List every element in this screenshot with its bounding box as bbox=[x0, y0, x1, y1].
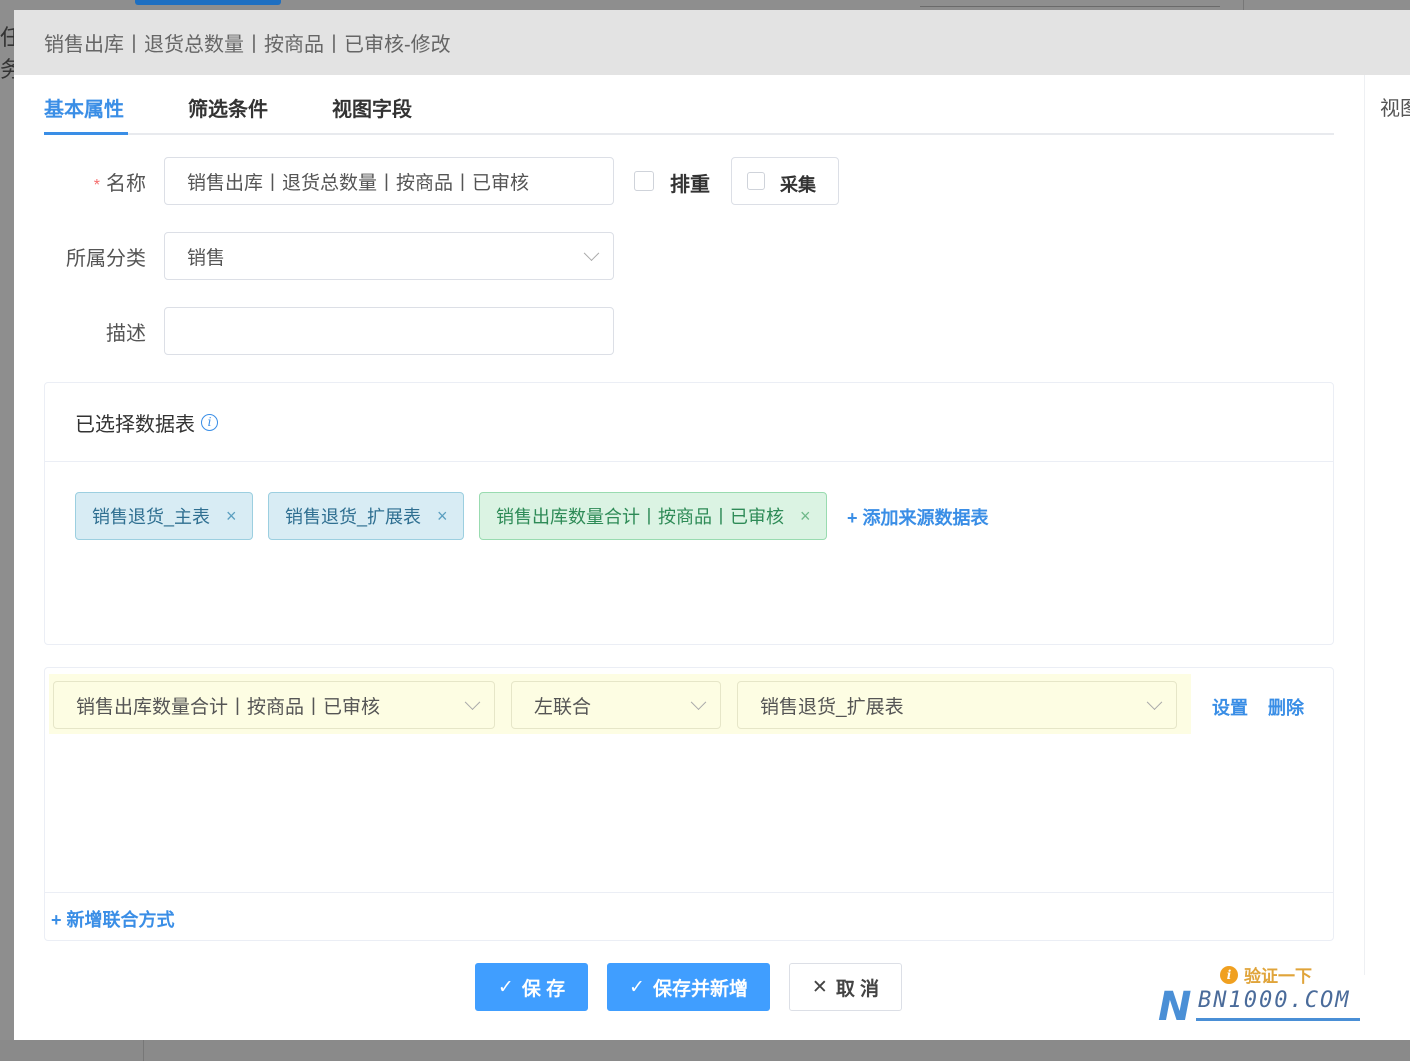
selected-tables-header: 已选择数据表 i bbox=[45, 383, 1333, 462]
add-source-table-link[interactable]: + 添加来源数据表 bbox=[847, 504, 989, 530]
join-left-table-value: 销售出库数量合计丨按商品丨已审核 bbox=[76, 696, 381, 718]
join-right-table-select[interactable]: 销售退货_扩展表 bbox=[737, 681, 1177, 729]
collect-label: 采集 bbox=[780, 175, 816, 195]
category-select[interactable]: 销售 bbox=[164, 232, 614, 280]
collect-checkbox[interactable] bbox=[747, 172, 765, 190]
required-mark: * bbox=[93, 177, 100, 194]
name-label: * 名称 bbox=[93, 173, 146, 195]
info-icon[interactable]: i bbox=[201, 413, 218, 431]
join-right-table-value: 销售退货_扩展表 bbox=[760, 696, 904, 718]
edit-view-modal: 销售出库丨退货总数量丨按商品丨已审核-修改 基本属性 筛选条件 视图字段 视图 … bbox=[14, 10, 1410, 1040]
table-tag: 销售退货_扩展表 × bbox=[268, 492, 464, 540]
close-icon[interactable]: × bbox=[226, 506, 237, 527]
tab-bar: 基本属性 筛选条件 视图字段 bbox=[44, 85, 1334, 135]
save-button[interactable]: ✓ 保 存 bbox=[475, 963, 588, 1011]
category-label: 所属分类 bbox=[66, 248, 146, 270]
close-icon[interactable]: × bbox=[437, 506, 448, 527]
background-divider bbox=[143, 1040, 144, 1061]
side-divider bbox=[1364, 75, 1365, 975]
table-tag: 销售出库数量合计丨按商品丨已审核 × bbox=[479, 492, 827, 540]
save-button-label: 保 存 bbox=[521, 978, 566, 1000]
check-icon: ✓ bbox=[629, 976, 645, 998]
watermark-logo-letter: N bbox=[1158, 984, 1192, 1030]
add-join-link[interactable]: + 新增联合方式 bbox=[51, 906, 175, 932]
save-and-new-button-label: 保存并新增 bbox=[652, 978, 748, 1000]
tab-filter-conditions[interactable]: 筛选条件 bbox=[188, 93, 268, 133]
close-icon[interactable]: × bbox=[800, 506, 811, 527]
dedupe-checkbox[interactable] bbox=[634, 171, 654, 191]
chevron-down-icon bbox=[690, 694, 707, 711]
watermark-verify: i 验证一下 bbox=[1220, 962, 1312, 987]
join-delete-link[interactable]: 删除 bbox=[1268, 694, 1304, 720]
background-bottom-strip bbox=[0, 1040, 1410, 1061]
watermark-underline bbox=[1196, 1018, 1360, 1021]
join-type-value: 左联合 bbox=[534, 696, 592, 718]
save-and-new-button[interactable]: ✓ 保存并新增 bbox=[607, 963, 770, 1011]
background-primary-button bbox=[135, 0, 281, 5]
description-label: 描述 bbox=[106, 323, 146, 345]
join-panel-footer: + 新增联合方式 bbox=[45, 892, 1333, 940]
close-icon: ✕ bbox=[811, 976, 828, 998]
chevron-down-icon bbox=[1146, 694, 1163, 711]
modal-title: 销售出库丨退货总数量丨按商品丨已审核-修改 bbox=[44, 34, 451, 56]
table-tag-label: 销售出库数量合计丨按商品丨已审核 bbox=[496, 507, 784, 527]
chevron-down-icon bbox=[464, 694, 481, 711]
name-input[interactable]: 销售出库丨退货总数量丨按商品丨已审核 bbox=[164, 157, 614, 205]
cancel-button-label: 取 消 bbox=[835, 978, 880, 1000]
cancel-button[interactable]: ✕ 取 消 bbox=[789, 963, 902, 1011]
description-input[interactable] bbox=[164, 307, 614, 355]
check-icon: ✓ bbox=[497, 976, 514, 998]
watermark: i 验证一下 N BN1000.COM bbox=[1158, 962, 1398, 1030]
selected-tables-title: 已选择数据表 bbox=[75, 413, 195, 436]
background-divider bbox=[920, 6, 1220, 7]
watermark-brand-text: BN1000.COM bbox=[1198, 988, 1351, 1013]
chevron-down-icon bbox=[583, 245, 600, 262]
info-icon: i bbox=[1220, 965, 1238, 984]
modal-header: 销售出库丨退货总数量丨按商品丨已审核-修改 bbox=[14, 10, 1410, 75]
category-select-value: 销售 bbox=[187, 247, 226, 269]
table-tag-label: 销售退货_扩展表 bbox=[285, 507, 422, 527]
join-left-table-select[interactable]: 销售出库数量合计丨按商品丨已审核 bbox=[53, 681, 495, 729]
dedupe-label: 排重 bbox=[670, 174, 710, 196]
table-tag: 销售退货_主表 × bbox=[75, 492, 253, 540]
selected-tables-panel: 已选择数据表 i 销售退货_主表 × 销售退货_扩展表 × 销售出库数量合计丨按… bbox=[44, 382, 1334, 645]
tab-basic-properties[interactable]: 基本属性 bbox=[44, 93, 128, 135]
join-settings-link[interactable]: 设置 bbox=[1212, 694, 1248, 720]
join-panel: 销售出库数量合计丨按商品丨已审核 左联合 销售退货_扩展表 设置 删除 + 新增… bbox=[44, 667, 1334, 941]
background-text-fragment: 任务 bbox=[0, 25, 14, 82]
tab-view-fields[interactable]: 视图字段 bbox=[332, 93, 412, 133]
table-tag-label: 销售退货_主表 bbox=[92, 507, 211, 527]
background-divider bbox=[1243, 0, 1244, 10]
side-tab-view[interactable]: 视图 bbox=[1380, 92, 1410, 121]
name-input-value: 销售出库丨退货总数量丨按商品丨已审核 bbox=[187, 172, 530, 194]
join-type-select[interactable]: 左联合 bbox=[511, 681, 721, 729]
